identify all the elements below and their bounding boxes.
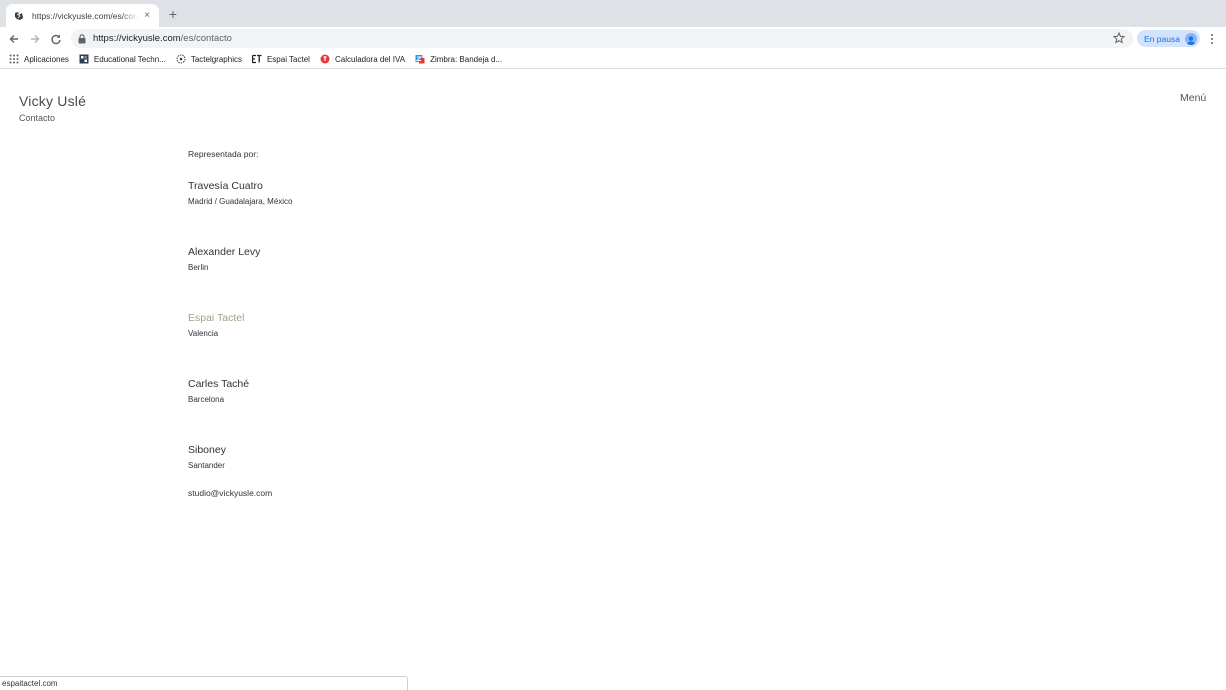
gallery-item: Travesía Cuatro Madrid / Guadalajara, Mé… [188,180,608,227]
browser-tab[interactable]: https://vickyusle.com/es/contacto × [6,4,159,27]
lock-icon [77,33,87,44]
apps-grid-icon [9,54,19,64]
bookmark-label: Espai Tactel [266,54,310,64]
bookmark-label: Educational Techn... [93,54,166,64]
gallery-link-alexander-levy[interactable]: Alexander Levy [188,246,608,261]
page-title: Contacto [19,113,56,123]
bookmark-espai-tactel[interactable]: Espai Tactel [251,52,310,66]
back-button[interactable] [6,31,21,46]
gallery-item: Carles Taché Barcelona [188,378,608,425]
bookmark-label: Aplicaciones [24,54,69,64]
site-favicon-icon [14,10,24,21]
gallery-link-carles-tache[interactable]: Carles Taché [188,378,608,393]
email-link[interactable]: studio@vickyusle.com [188,488,608,498]
zimbra-icon [415,54,425,64]
profile-button[interactable]: En pausa [1137,30,1200,47]
bookmark-label: Zimbra: Bandeja d... [430,54,503,64]
tab-title: https://vickyusle.com/es/contacto [32,10,138,21]
new-tab-button[interactable]: + [166,7,180,21]
gallery-link-travesia-cuatro[interactable]: Travesía Cuatro [188,180,608,195]
educational-tech-icon [79,54,89,64]
bookmark-zimbra[interactable]: Zimbra: Bandeja d... [415,52,502,66]
contact-section: Representada por: Travesía Cuatro Madrid… [188,149,608,498]
link-status-bubble: espaitactel.com [0,676,408,690]
bookmark-label: Tactelgraphics [190,54,242,64]
gallery-city: Barcelona [188,395,225,404]
avatar-icon [1184,32,1197,45]
tactelgraphics-icon [176,54,186,64]
browser-menu-icon[interactable] [1207,31,1217,46]
gallery-item: Alexander Levy Berlin [188,246,608,293]
tab-close-icon[interactable]: × [142,10,152,21]
address-bar[interactable]: https://vickyusle.com/es/contacto [71,29,1133,48]
gallery-item: Espai Tactel Valencia [188,312,608,359]
url-path: /es/contacto [180,33,232,44]
tab-strip: https://vickyusle.com/es/contacto × + [0,0,1226,27]
forward-button[interactable] [27,31,42,46]
reload-icon [50,34,61,44]
represented-by-label: Representada por: [188,149,259,159]
calculadora-icon [320,54,330,64]
espai-tactel-icon [251,54,262,64]
bookmark-aplicaciones[interactable]: Aplicaciones [9,52,69,66]
url-host: https://vickyusle.com [93,33,181,44]
gallery-city: Santander [188,461,225,470]
page-content: Vicky Uslé Contacto Menú Representada po… [0,70,1226,690]
status-url: espaitactel.com [2,679,58,688]
bookmarks-bar: Aplicaciones Educational Techn... Tactel… [0,50,1226,69]
gallery-city: Madrid / Guadalajara, México [188,197,293,206]
url-text: https://vickyusle.com/es/contacto [93,33,232,44]
reload-button[interactable] [48,31,63,46]
gallery-link-siboney[interactable]: Siboney [188,444,608,459]
bookmark-tactelgraphics[interactable]: Tactelgraphics [176,52,242,66]
bookmark-star-icon[interactable] [1113,32,1125,44]
gallery-link-espai-tactel[interactable]: Espai Tactel [188,312,608,327]
gallery-item: Siboney Santander [188,444,608,491]
bookmark-calculadora-iva[interactable]: Calculadora del IVA [320,52,405,66]
browser-toolbar: https://vickyusle.com/es/contacto En pau… [0,27,1226,50]
gallery-city: Valencia [188,329,219,338]
back-arrow-icon [9,34,18,43]
bookmark-educational-tech[interactable]: Educational Techn... [79,52,166,66]
site-brand-link[interactable]: Vicky Uslé [19,93,86,109]
gallery-city: Berlin [188,263,209,272]
bookmark-label: Calculadora del IVA [334,54,406,64]
menu-button[interactable]: Menú [1180,92,1206,104]
forward-arrow-icon [30,34,39,43]
profile-status-label: En pausa [1144,33,1180,44]
